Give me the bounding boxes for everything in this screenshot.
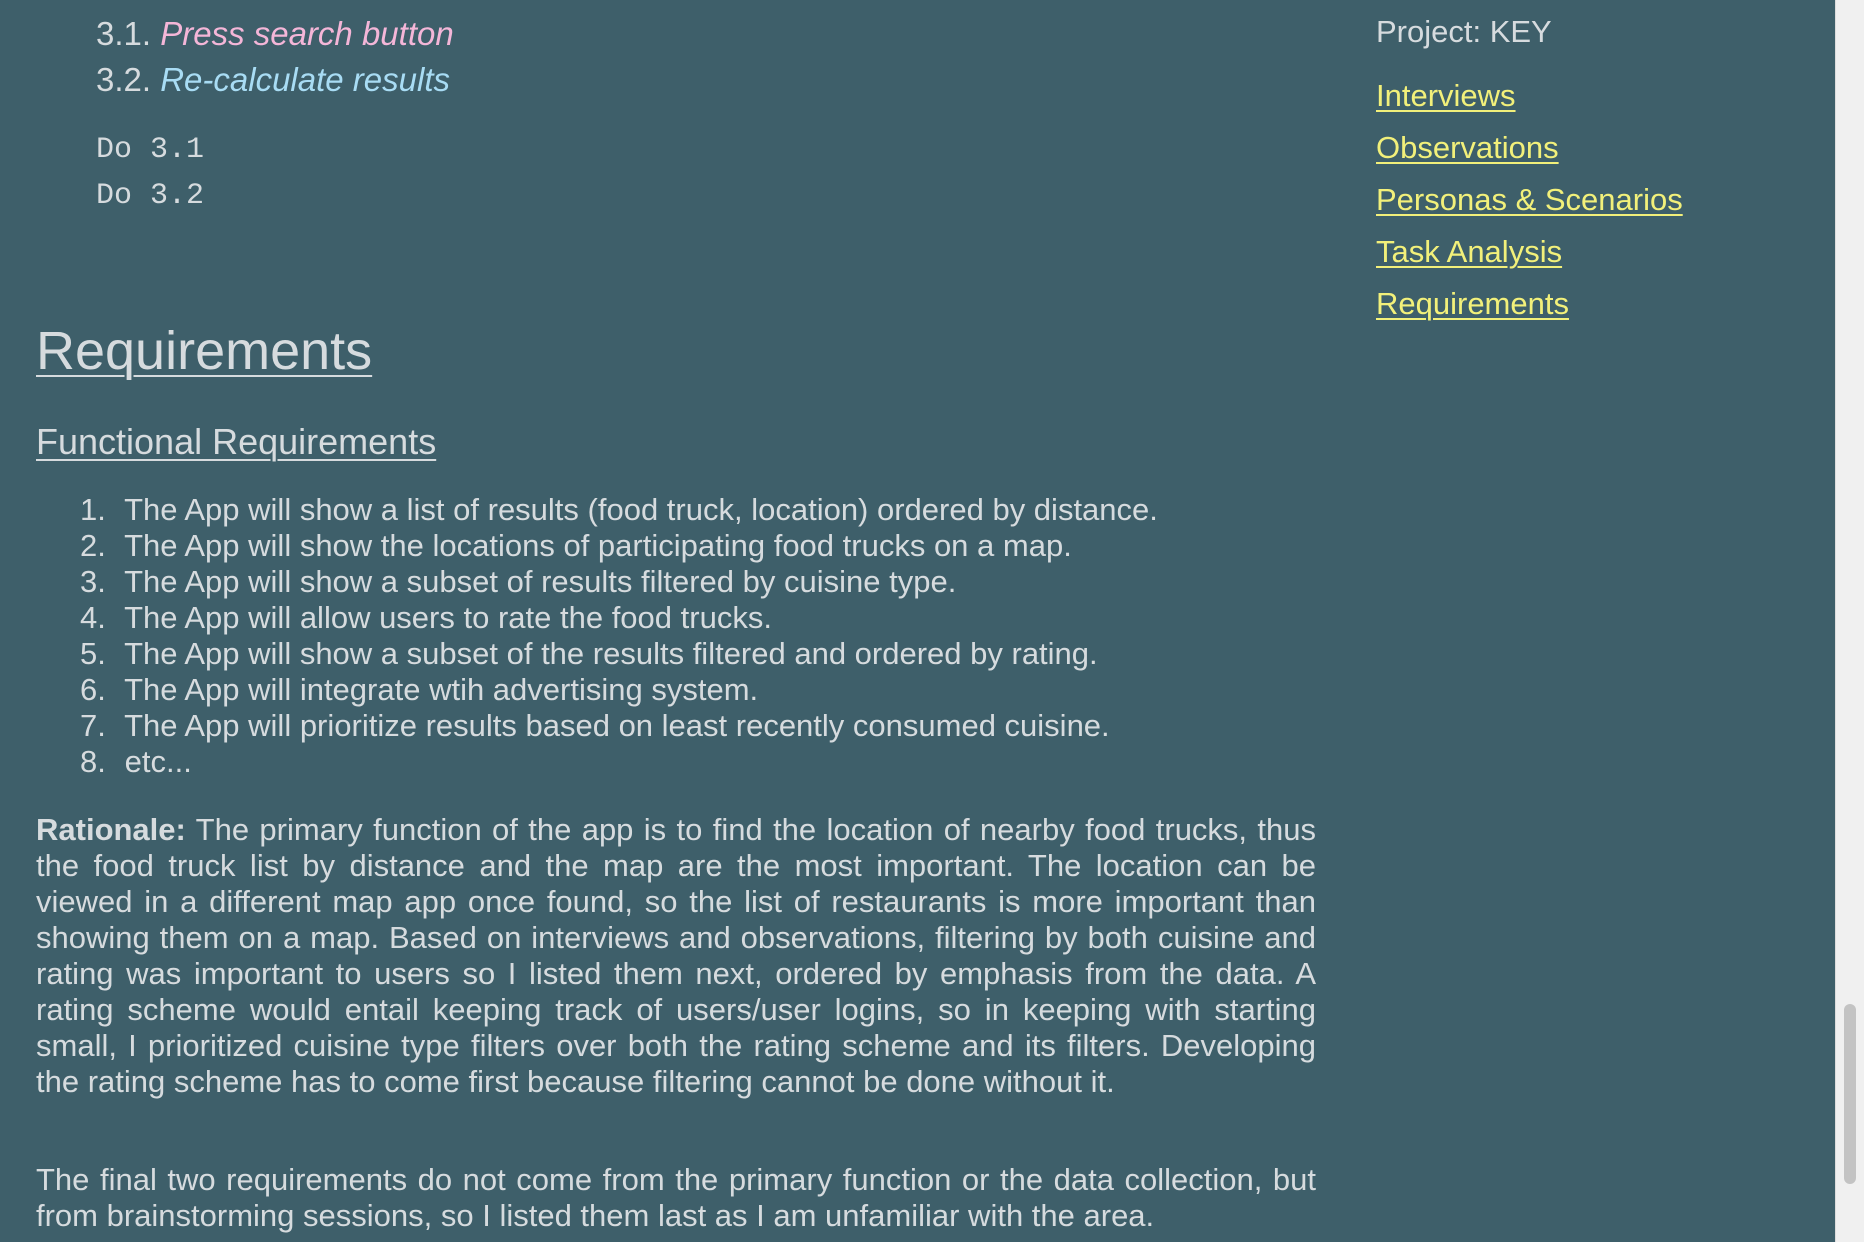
list-item-text: The App will show the locations of parti… (124, 528, 1072, 563)
list-item-text: The App will show a list of results (foo… (124, 492, 1158, 527)
sidebar-nav-row: Interviews (1376, 76, 1816, 128)
code-line: Do 3.1 (96, 133, 205, 167)
sidebar-nav-row: Requirements (1376, 284, 1816, 336)
step-number: 3.1. (96, 15, 152, 52)
list-item: 7. The App will prioritize results based… (80, 708, 1158, 744)
step-item-3-1: 3.1. Press search button (96, 14, 454, 54)
sidebar-nav: Interviews Observations Personas & Scena… (1376, 76, 1816, 336)
list-item-number: 7. (80, 708, 106, 743)
requirements-heading: Requirements (36, 321, 373, 381)
list-item-number: 6. (80, 672, 106, 707)
sidebar-link-personas-scenarios[interactable]: Personas & Scenarios (1376, 182, 1683, 217)
list-item-text: The App will integrate wtih advertising … (124, 672, 759, 707)
list-item: 2. The App will show the locations of pa… (80, 528, 1158, 564)
sidebar-nav-row: Task Analysis (1376, 232, 1816, 284)
rationale-label: Rationale: (36, 812, 186, 847)
vertical-scrollbar[interactable] (1835, 0, 1864, 1242)
list-item-text: The App will prioritize results based on… (124, 708, 1110, 743)
sidebar-nav-row: Personas & Scenarios (1376, 180, 1816, 232)
step-item-3-2: 3.2. Re-calculate results (96, 60, 450, 100)
scrollbar-thumb[interactable] (1844, 1004, 1856, 1184)
sidebar-link-task-analysis[interactable]: Task Analysis (1376, 234, 1562, 269)
rationale-text: The primary function of the app is to fi… (36, 812, 1316, 1099)
list-item: 4. The App will allow users to rate the … (80, 600, 1158, 636)
list-item-text: The App will show a subset of the result… (124, 636, 1098, 671)
rationale-paragraph: Rationale: The primary function of the a… (36, 812, 1316, 1100)
sidebar-link-observations[interactable]: Observations (1376, 130, 1559, 165)
list-item-number: 2. (80, 528, 106, 563)
sidebar: Project: KEY Interviews Observations Per… (1376, 12, 1816, 336)
list-item-number: 8. (80, 744, 106, 779)
step-text: Re-calculate results (160, 61, 450, 98)
list-item-text: etc... (124, 744, 192, 779)
list-item-number: 5. (80, 636, 106, 671)
list-item: 5. The App will show a subset of the res… (80, 636, 1158, 672)
project-label: Project: KEY (1376, 14, 1552, 49)
list-item-number: 3. (80, 564, 106, 599)
functional-requirements-list: 1. The App will show a list of results (… (80, 492, 1158, 780)
step-number: 3.2. (96, 61, 152, 98)
list-item: 8. etc... (80, 744, 1158, 780)
sidebar-link-interviews[interactable]: Interviews (1376, 78, 1516, 113)
list-item-text: The App will allow users to rate the foo… (124, 600, 772, 635)
list-item-number: 4. (80, 600, 106, 635)
list-item: 6. The App will integrate wtih advertisi… (80, 672, 1158, 708)
list-item-text: The App will show a subset of results fi… (124, 564, 957, 599)
code-line: Do 3.2 (96, 179, 205, 213)
sidebar-nav-row: Observations (1376, 128, 1816, 180)
functional-requirements-heading: Functional Requirements (36, 421, 437, 462)
list-item-number: 1. (80, 492, 106, 527)
list-item: 1. The App will show a list of results (… (80, 492, 1158, 528)
sidebar-link-requirements[interactable]: Requirements (1376, 286, 1569, 321)
final-paragraph: The final two requirements do not come f… (36, 1162, 1316, 1233)
list-item: 3. The App will show a subset of results… (80, 564, 1158, 600)
step-text: Press search button (160, 15, 454, 52)
